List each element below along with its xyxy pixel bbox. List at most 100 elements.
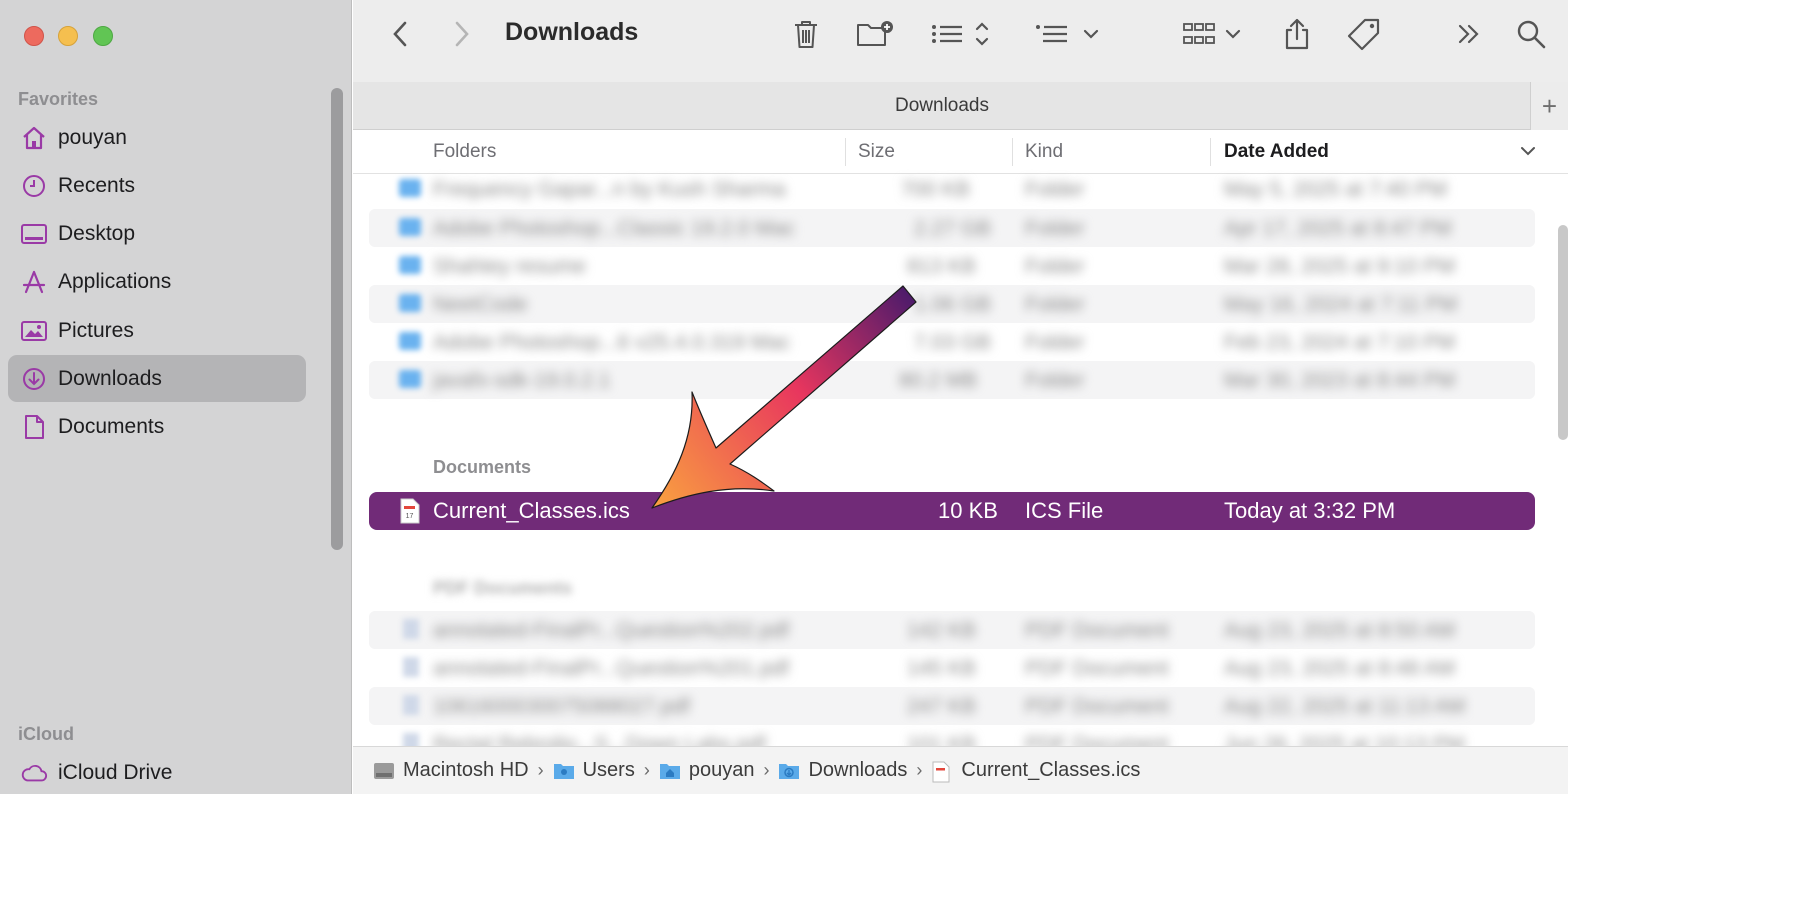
folder-icon — [399, 294, 421, 312]
tab-bar: Downloads + — [353, 82, 1568, 130]
back-button[interactable] — [383, 14, 417, 58]
sidebar-item-downloads[interactable]: Downloads — [8, 355, 306, 402]
file-list-scrollbar[interactable] — [1558, 225, 1568, 440]
grid-view-button[interactable] — [1181, 14, 1245, 58]
row-size: 2.27 GB — [914, 217, 992, 240]
close-window-button[interactable] — [24, 26, 44, 46]
column-folders[interactable]: Folders — [433, 141, 496, 163]
row-date: Aug 23, 2025 at 8:50 AM — [1224, 619, 1456, 642]
column-divider[interactable] — [1012, 138, 1013, 166]
sidebar-scrollbar[interactable] — [331, 88, 343, 550]
double-chevron-right-icon — [1456, 22, 1482, 51]
folder-icon — [399, 179, 421, 197]
search-button[interactable] — [1513, 14, 1549, 58]
row-date: Mar 30, 2023 at 8:44 PM — [1224, 369, 1456, 392]
row-name: annotated-FinalPr...Question%201.pdf — [433, 657, 790, 680]
finder-window: Favorites pouyan Recents Desktop Applica… — [0, 0, 1568, 794]
breadcrumb-label: Current_Classes.ics — [961, 759, 1141, 781]
column-divider[interactable] — [1210, 138, 1211, 166]
sidebar-item-label: Recents — [58, 173, 136, 197]
breadcrumb-pouyan[interactable]: pouyan — [659, 759, 754, 782]
sidebar-item-documents[interactable]: Documents — [8, 403, 306, 450]
breadcrumb-users[interactable]: Users — [553, 759, 635, 782]
row-date: May 5, 2025 at 7:40 PM — [1224, 178, 1447, 201]
row-size: 80.2 MB — [899, 369, 978, 392]
selected-file-name: Current_Classes.ics — [433, 498, 630, 523]
new-folder-button[interactable] — [853, 14, 897, 58]
row-size: 813 KB — [907, 255, 976, 278]
breadcrumb-label: Downloads — [808, 759, 908, 781]
row-name: Adobe Photoshop...Classic 19.2.0 Mac — [433, 217, 795, 240]
chevron-right-icon — [452, 20, 472, 53]
folder-row[interactable]: Shahtey resume 813 KB Folder Mar 28, 202… — [369, 247, 1535, 285]
row-size: 145 KB — [907, 657, 976, 680]
folder-row[interactable]: Adobe Photoshop...Classic 19.2.0 Mac 2.2… — [369, 209, 1535, 247]
minimize-window-button[interactable] — [58, 26, 78, 46]
pdf-row[interactable]: annotated-FinalPr...Question%201.pdf 145… — [369, 649, 1535, 687]
group-list-icon — [1033, 19, 1101, 54]
sidebar-item-label: Downloads — [58, 366, 162, 390]
tab-downloads[interactable]: Downloads — [353, 95, 1531, 117]
column-kind[interactable]: Kind — [1025, 141, 1063, 163]
delete-button[interactable] — [787, 14, 825, 58]
row-size: 7.03 GB — [914, 331, 992, 354]
clock-icon — [20, 172, 48, 200]
sidebar-item-label: pouyan — [58, 125, 127, 149]
group-options-button[interactable] — [1033, 14, 1101, 58]
share-button[interactable] — [1279, 14, 1315, 58]
folder-row[interactable]: Frequency Gapar...n by Kush Sharma 700 K… — [369, 170, 1535, 208]
sidebar-item-desktop[interactable]: Desktop — [8, 210, 306, 257]
sidebar-item-pictures[interactable]: Pictures — [8, 307, 306, 354]
svg-text:17: 17 — [406, 513, 414, 520]
downloads-folder-icon — [778, 761, 800, 781]
more-toolbar-button[interactable] — [1451, 14, 1487, 58]
row-date: Apr 17, 2025 at 8:47 PM — [1224, 217, 1452, 240]
pdf-row[interactable]: 1061600030075088027.pdf 247 KB PDF Docum… — [369, 687, 1535, 725]
folder-icon — [399, 218, 421, 236]
pdf-file-icon — [403, 695, 419, 715]
calendar-file-icon: 17 — [399, 498, 421, 529]
pdf-row[interactable]: annotated-FinalPr...Question%202.pdf 142… — [369, 611, 1535, 649]
path-bar: Macintosh HD › Users › pouyan › Download… — [353, 746, 1568, 794]
sidebar-item-label: Applications — [58, 269, 172, 293]
column-header: Folders Size Kind Date Added — [353, 130, 1568, 174]
row-date: Aug 23, 2025 at 8:48 AM — [1224, 657, 1456, 680]
column-divider[interactable] — [845, 138, 846, 166]
pdf-file-icon — [403, 657, 419, 677]
trash-icon — [791, 18, 821, 55]
breadcrumb-label: Macintosh HD — [403, 759, 529, 781]
sidebar-item-icloud-drive[interactable]: iCloud Drive — [8, 749, 306, 796]
chevron-left-icon — [390, 20, 410, 53]
sidebar-item-pouyan[interactable]: pouyan — [8, 114, 306, 161]
file-list: Folders Size Kind Date Added Frequency G… — [353, 130, 1568, 746]
tag-button[interactable] — [1345, 14, 1383, 58]
row-size: 142 KB — [907, 619, 976, 642]
forward-button[interactable] — [445, 14, 479, 58]
file-row-selected[interactable]: 17 Current_Classes.ics 10 KB ICS File To… — [369, 492, 1535, 530]
tag-icon — [1347, 17, 1381, 56]
row-name: Frequency Gapar...n by Kush Sharma — [433, 178, 786, 201]
folder-row[interactable]: NeetCode 1.06 GB Folder May 16, 2024 at … — [369, 285, 1535, 323]
column-date-added[interactable]: Date Added — [1224, 141, 1329, 163]
folder-icon — [399, 332, 421, 350]
zoom-window-button[interactable] — [93, 26, 113, 46]
view-options-button[interactable] — [929, 14, 993, 58]
sidebar: Favorites pouyan Recents Desktop Applica… — [0, 0, 352, 794]
row-kind: Folder — [1025, 293, 1085, 316]
breadcrumb-macintosh-hd[interactable]: Macintosh HD — [373, 759, 529, 782]
new-tab-button[interactable]: + — [1530, 82, 1568, 130]
row-kind: PDF Document — [1025, 619, 1169, 642]
column-size[interactable]: Size — [858, 141, 895, 163]
breadcrumb-downloads[interactable]: Downloads — [778, 759, 907, 782]
row-name: Shahtey resume — [433, 255, 586, 278]
breadcrumb-current-file[interactable]: Current_Classes.ics — [931, 759, 1140, 782]
sidebar-item-label: Documents — [58, 414, 165, 438]
share-icon — [1282, 17, 1312, 56]
row-kind: Folder — [1025, 178, 1085, 201]
sort-chevron-down-icon[interactable] — [1519, 138, 1537, 170]
folder-row[interactable]: Adobe Photoshop...6 v25.4.0.319 Mac 7.03… — [369, 323, 1535, 361]
sidebar-item-applications[interactable]: Applications — [8, 258, 306, 305]
pdf-row[interactable]: Rectal Rebrolio...S...Down Labs.pdf 101 … — [369, 725, 1535, 746]
folder-row[interactable]: javafx-sdk-19.0.2.1 80.2 MB Folder Mar 3… — [369, 361, 1535, 399]
sidebar-item-recents[interactable]: Recents — [8, 162, 306, 209]
